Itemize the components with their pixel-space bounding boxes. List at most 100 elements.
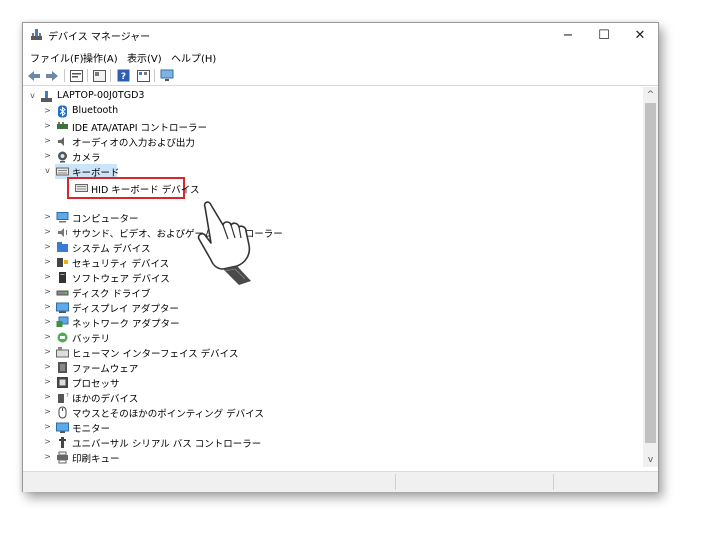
chevron-right-icon[interactable]: >	[43, 151, 52, 161]
camera-icon	[58, 151, 67, 163]
software-device-icon	[59, 272, 66, 283]
svg-text:?: ?	[120, 72, 125, 82]
chevron-right-icon[interactable]: >	[43, 302, 52, 312]
chevron-right-icon[interactable]: >	[43, 242, 52, 252]
menu-view[interactable]: 表示(V)	[127, 50, 162, 65]
tree-item-8-label: セキュリティ デバイス	[72, 259, 170, 270]
keyboard-icon	[75, 184, 88, 192]
tree-item-2[interactable]: > オーディオの入力および出力	[23, 134, 623, 149]
display-adapter-icon	[56, 302, 69, 313]
network-adapter-icon	[56, 316, 69, 327]
minimize-button[interactable]: −	[550, 23, 586, 47]
menu-help[interactable]: ヘルプ(H)	[171, 50, 216, 65]
tree-item-6[interactable]: > サウンド、ビデオ、およびゲーム コントローラー	[23, 225, 623, 240]
chevron-right-icon[interactable]: >	[43, 452, 52, 462]
tree-root-label: LAPTOP-00J0TGD3	[57, 90, 145, 101]
back-button[interactable]	[26, 68, 42, 83]
tree-item-10[interactable]: > ディスク ドライブ	[23, 285, 623, 300]
tree-item-12-label: ネットワーク アダプター	[72, 319, 180, 330]
chevron-right-icon[interactable]: >	[43, 257, 52, 267]
tree-item-18-label: マウスとそのほかのポインティング デバイス	[72, 409, 264, 420]
tree-item-0[interactable]: > Bluetooth	[23, 104, 623, 119]
tree-item-22-label: 記憶域コントローラー	[72, 466, 167, 467]
tree-item-15[interactable]: > ファームウェア	[23, 360, 623, 375]
audio-icon	[58, 137, 64, 146]
monitor-button[interactable]	[159, 68, 175, 83]
tree-item-21-label: 印刷キュー	[72, 454, 120, 465]
chevron-right-icon[interactable]: >	[43, 422, 52, 432]
chevron-right-icon[interactable]: >	[43, 121, 52, 131]
tree-item-22[interactable]: >記憶域コントローラー	[23, 465, 623, 467]
computer-icon	[56, 212, 69, 223]
chevron-right-icon[interactable]: >	[43, 227, 52, 237]
tree-item-11[interactable]: > ディスプレイ アダプター	[23, 300, 623, 315]
menu-action[interactable]: 操作(A)	[83, 50, 118, 65]
system-device-icon	[57, 242, 68, 252]
scan-button[interactable]	[135, 68, 151, 83]
window-title: デバイス マネージャー	[48, 32, 151, 43]
chevron-right-icon[interactable]: >	[43, 347, 52, 357]
maximize-button[interactable]: ☐	[586, 23, 622, 47]
scroll-up-icon[interactable]: ^	[643, 87, 658, 102]
chevron-right-icon[interactable]: >	[43, 392, 52, 402]
svg-text:?: ?	[66, 393, 69, 399]
chevron-right-icon[interactable]: >	[43, 287, 52, 297]
toolbar: ?	[23, 66, 658, 86]
processor-icon	[57, 377, 68, 388]
chevron-right-icon[interactable]: >	[43, 212, 52, 222]
vertical-scrollbar[interactable]: ^ v	[643, 87, 658, 467]
chevron-right-icon[interactable]: >	[43, 437, 52, 447]
tree-item-5[interactable]: > コンピューター	[23, 210, 623, 225]
tree-item-19-label: モニター	[72, 424, 111, 435]
tree-item-20-label: ユニバーサル シリアル バス コントローラー	[72, 439, 262, 450]
tree-item-18[interactable]: > マウスとそのほかのポインティング デバイス	[23, 405, 623, 420]
arrow-right-icon	[46, 70, 58, 81]
print-queue-icon	[57, 451, 68, 464]
tree-item-3-label: カメラ	[72, 153, 101, 164]
arrow-left-icon	[28, 70, 40, 81]
tree-item-1-label: IDE ATA/ATAPI コントローラー	[72, 123, 208, 134]
chevron-right-icon[interactable]: >	[43, 332, 52, 342]
tree-item-13[interactable]: > バッテリ	[23, 330, 623, 345]
scroll-thumb[interactable]	[645, 103, 656, 443]
tree-item-21[interactable]: > 印刷キュー	[23, 450, 623, 465]
chevron-right-icon[interactable]: >	[43, 136, 52, 146]
tree-item-13-label: バッテリ	[72, 334, 111, 345]
device-manager-icon	[31, 29, 42, 40]
chevron-right-icon[interactable]: >	[43, 377, 52, 387]
device-tree: v LAPTOP-00J0TGD3 > Bluetooth > IDE ATA/ATAPI…	[23, 87, 641, 467]
menu-bar: ファイル(F) 操作(A) 表示(V) ヘルプ(H)	[23, 47, 658, 65]
security-device-icon	[57, 258, 68, 267]
chevron-down-icon[interactable]: v	[43, 166, 52, 176]
view-button[interactable]	[91, 68, 107, 83]
tree-item-1[interactable]: > IDE ATA/ATAPI コントローラー	[23, 119, 623, 134]
menu-file[interactable]: ファイル(F)	[30, 50, 84, 65]
forward-button[interactable]	[44, 68, 60, 83]
chevron-right-icon[interactable]: >	[43, 272, 52, 282]
tree-item-10-label: ディスク ドライブ	[72, 289, 151, 300]
tree-item-19[interactable]: > モニター	[23, 420, 623, 435]
chevron-right-icon[interactable]: >	[43, 317, 52, 327]
tree-item-9[interactable]: > ソフトウェア デバイス	[23, 270, 623, 285]
close-button[interactable]: ✕	[622, 23, 658, 47]
help-button[interactable]: ?	[115, 68, 131, 83]
properties-button[interactable]	[68, 68, 84, 83]
tree-item-16[interactable]: > プロセッサ	[23, 375, 623, 390]
tree-item-20[interactable]: > ユニバーサル シリアル バス コントローラー	[23, 435, 623, 450]
tree-item-14[interactable]: > ヒューマン インターフェイス デバイス	[23, 345, 623, 360]
tree-item-12[interactable]: > ネットワーク アダプター	[23, 315, 623, 330]
tree-item-7[interactable]: > システム デバイス	[23, 240, 623, 255]
chevron-right-icon[interactable]: >	[43, 362, 52, 372]
tree-item-8[interactable]: > セキュリティ デバイス	[23, 255, 623, 270]
tree-root[interactable]: v LAPTOP-00J0TGD3	[23, 89, 623, 104]
chevron-down-icon[interactable]: v	[28, 91, 37, 101]
properties-icon	[69, 69, 83, 82]
chevron-right-icon[interactable]: >	[43, 106, 52, 116]
scroll-down-icon[interactable]: v	[643, 452, 658, 467]
tree-item-17[interactable]: >? ほかのデバイス	[23, 390, 623, 405]
chevron-right-icon[interactable]: >	[43, 407, 52, 417]
mouse-icon	[58, 406, 67, 419]
tree-item-11-label: ディスプレイ アダプター	[72, 304, 179, 315]
tree-item-3[interactable]: > カメラ	[23, 149, 623, 164]
hid-keyboard-device-label[interactable]: HID キーボード デバイス	[91, 182, 200, 196]
